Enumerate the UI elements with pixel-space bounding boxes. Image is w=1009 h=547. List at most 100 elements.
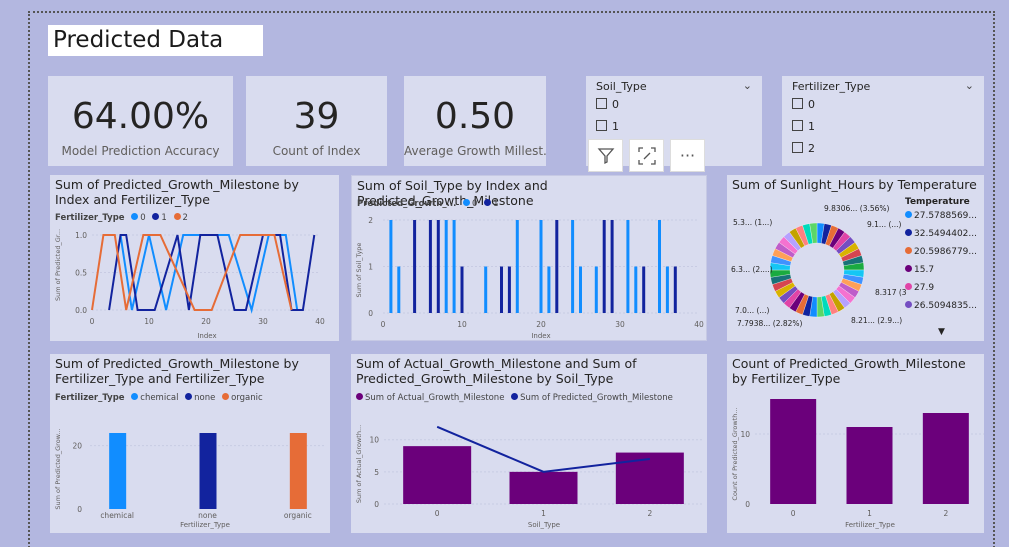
legend-dot	[905, 265, 912, 272]
kpi-label: Average Growth Millest...	[404, 144, 546, 158]
kpi-card-accuracy[interactable]: 64.00% Model Prediction Accuracy	[48, 76, 233, 166]
y-tick-label: 0	[77, 505, 82, 514]
donut-legend-item[interactable]: 32.5494402...	[905, 229, 977, 239]
legend-dot	[905, 211, 912, 218]
bar-series-0	[484, 266, 488, 313]
chevron-down-icon[interactable]: ⌄	[965, 79, 974, 92]
bar-series-0	[579, 266, 582, 313]
legend-label: 20.5986779...	[914, 247, 977, 257]
slicer-option[interactable]: 1	[792, 120, 815, 133]
bar-series-1	[642, 266, 646, 313]
x-tick-label: organic	[284, 511, 312, 520]
y-tick-label: 0	[745, 500, 750, 509]
bar-series-1	[413, 220, 417, 313]
axis-title: Index	[531, 332, 550, 340]
kpi-value: 0.50	[434, 96, 516, 137]
bar-0	[770, 399, 817, 504]
y-tick-label: 10	[369, 436, 379, 445]
y-tick-label: 0.0	[75, 306, 87, 315]
donut-data-label: 9.1... (...)	[867, 220, 902, 229]
slicer-option[interactable]: 0	[596, 98, 619, 111]
donut-legend-item[interactable]: 27.9	[905, 283, 934, 293]
bar-series-0	[539, 220, 543, 313]
axis-title: Soil_Type	[528, 521, 560, 529]
slicer-option[interactable]: 1	[596, 120, 619, 133]
checkbox[interactable]	[596, 120, 607, 131]
kpi-label: Model Prediction Accuracy	[61, 144, 220, 158]
bar-actual	[403, 446, 472, 504]
bar-1	[846, 427, 893, 504]
slicer-fertilizer-type[interactable]: Fertilizer_Type ⌄ 0 1 2	[782, 76, 984, 166]
focus-mode-icon[interactable]	[629, 139, 664, 172]
bar-series-1	[500, 266, 503, 313]
bar-chemical	[109, 433, 127, 509]
checkbox[interactable]	[792, 120, 803, 131]
donut-svg: 9.8306... (3.56%) 9.1... (...) 5.3... (1..…	[731, 204, 907, 328]
slicer-title: Fertilizer_Type	[792, 80, 871, 93]
combo-chart-svg: Sum of Actual_Growth... Soil_Type 10 5 0 0 1…	[355, 425, 703, 529]
y-tick-label: 0.5	[75, 269, 87, 278]
slicer-option[interactable]: 0	[792, 98, 815, 111]
y-tick-label: 0	[374, 500, 379, 509]
axis-title: Sum of Actual_Growth...	[355, 425, 363, 503]
bar-series-0	[397, 266, 401, 313]
x-tick-label: 30	[615, 320, 625, 329]
donut-legend-item[interactable]: 27.5788569...	[905, 211, 977, 221]
y-tick-label: 2	[368, 216, 373, 225]
legend-label: 27.9	[914, 283, 935, 293]
x-tick-label: 0	[381, 320, 386, 329]
fertilizer-bar-svg: Sum of Predicted_Grow... Fertilizer_Type…	[54, 428, 325, 529]
line-chart-svg: Sum of Predicted_Gr... Index 1.0 0.5 0.00 1…	[54, 229, 325, 340]
kpi-value: 39	[293, 96, 340, 137]
y-tick-label: 10	[740, 430, 750, 439]
bar-series-0	[452, 220, 456, 313]
legend-label: 15.7	[914, 265, 935, 275]
donut-data-label: 8.317 (3.01...)	[875, 288, 907, 297]
bar-series-1	[555, 220, 559, 313]
bar-series-1	[602, 220, 606, 313]
checkbox[interactable]	[596, 98, 607, 109]
bar-series-1	[436, 220, 440, 313]
more-options-icon[interactable]: ···	[670, 139, 705, 172]
donut-data-label: 7.0... (...)	[735, 306, 770, 315]
bar-series-1	[610, 220, 614, 313]
axis-title: Index	[197, 332, 216, 340]
x-tick-label: 1	[867, 509, 872, 518]
checkbox[interactable]	[792, 98, 803, 109]
donut-legend-item[interactable]: 20.5986779...	[905, 247, 977, 257]
donut-legend-item[interactable]: 26.5094835...	[905, 301, 977, 311]
donut-legend-item[interactable]: 15.7	[905, 265, 934, 275]
bar-series-0	[571, 220, 575, 313]
bar-none	[199, 433, 217, 509]
y-tick-label: 5	[374, 468, 379, 477]
bar-series-0	[594, 266, 598, 313]
chevron-down-icon[interactable]: ⌄	[743, 79, 752, 92]
bar-series-1	[673, 266, 677, 313]
checkbox[interactable]	[792, 142, 803, 153]
donut-data-label: 5.3... (1...)	[733, 218, 772, 227]
x-tick-label: 20	[536, 320, 546, 329]
legend-dot	[905, 229, 912, 236]
bar-series-0	[389, 220, 393, 313]
bar-series-0	[547, 266, 551, 313]
axis-title: Sum of Soil_Type	[355, 243, 363, 298]
bar-series-0	[665, 266, 669, 313]
bar-series-0	[626, 220, 630, 313]
bar-actual	[615, 452, 684, 504]
bar-series-0	[658, 220, 661, 313]
donut-data-label: 9.8306... (3.56%)	[824, 204, 890, 213]
page-title: Predicted Data	[53, 27, 224, 53]
x-tick-label: 10	[457, 320, 467, 329]
kpi-card-average[interactable]: 0.50 Average Growth Millest...	[404, 76, 546, 166]
bar-series-1	[507, 266, 511, 313]
legend-label: 27.5788569...	[914, 211, 977, 221]
axis-title: Fertilizer_Type	[180, 521, 230, 529]
legend-dot	[905, 247, 912, 254]
kpi-card-count[interactable]: 39 Count of Index	[246, 76, 387, 166]
y-tick-label: 0	[368, 309, 373, 318]
x-tick-label: 40	[694, 320, 704, 329]
slicer-option[interactable]: 2	[792, 142, 815, 155]
scroll-down-icon[interactable]: ▼	[938, 327, 945, 337]
filter-icon[interactable]	[588, 139, 623, 172]
donut-data-label: 8.21... (2.9...)	[851, 316, 902, 325]
